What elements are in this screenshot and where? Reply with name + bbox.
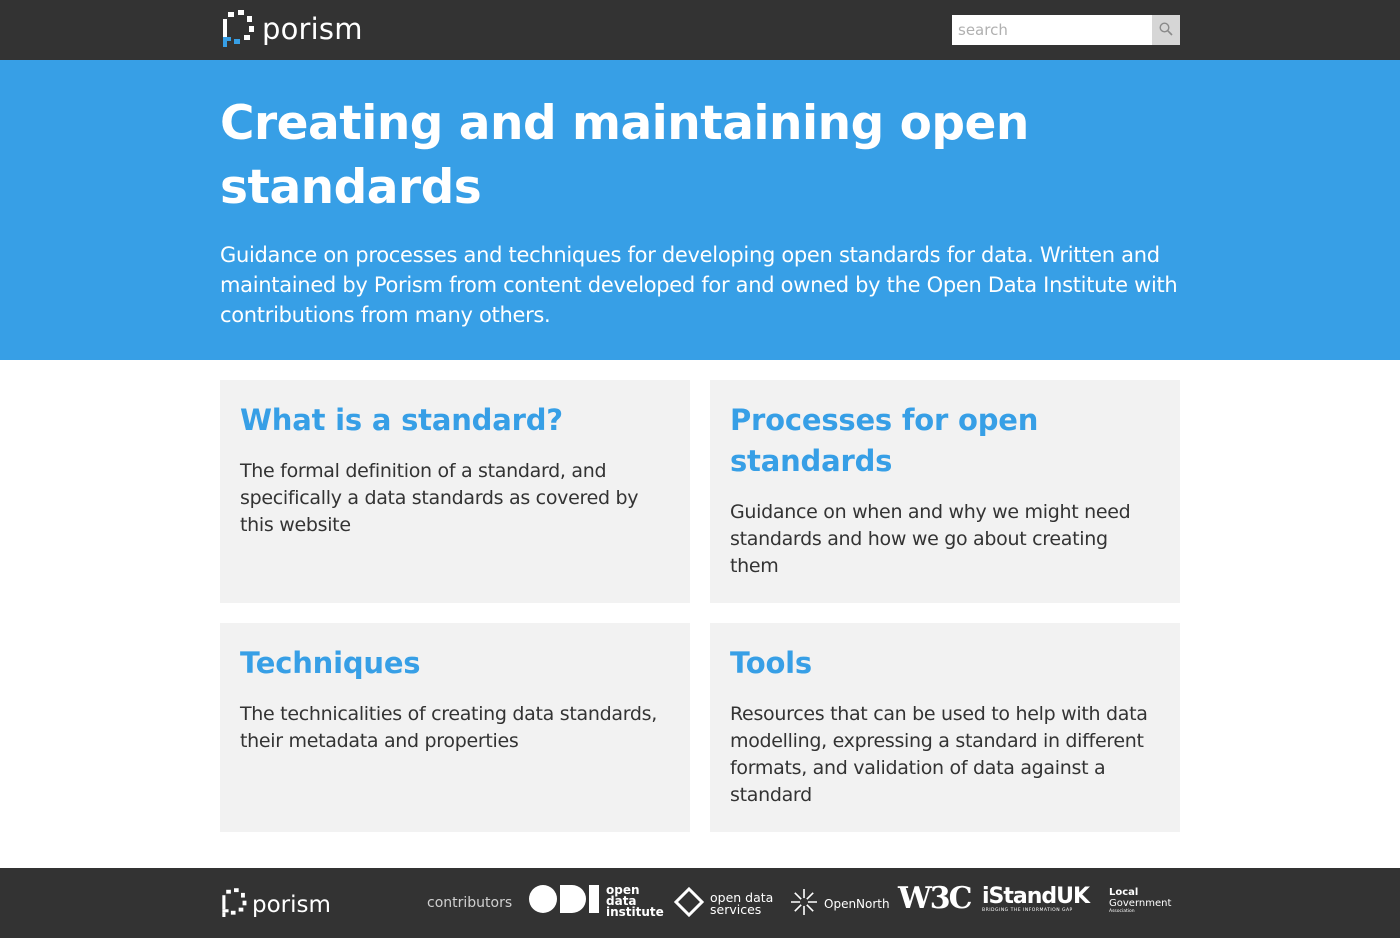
porism-home-link[interactable]: porism <box>220 9 363 49</box>
partner-opennorth-logo[interactable]: OpenNorth <box>790 888 890 920</box>
footer-logo-text: porism <box>252 891 331 918</box>
partner-open-data-services-logo[interactable]: open data services <box>673 886 773 921</box>
footer: porism contributors open data institute … <box>0 868 1400 938</box>
search-button[interactable] <box>1152 15 1180 45</box>
top-bar: porism <box>0 0 1400 60</box>
card-techniques[interactable]: Techniques The technicalities of creatin… <box>220 623 690 832</box>
odi-text: open data institute <box>606 884 664 919</box>
search-input[interactable] <box>952 15 1152 45</box>
contributors-label: contributors <box>427 895 513 911</box>
search-icon <box>1159 21 1173 39</box>
w3c-text: W3C <box>898 881 972 916</box>
page-title: Creating and maintaining open standards <box>220 96 1029 215</box>
footer-porism-link[interactable]: porism <box>220 887 331 923</box>
star-burst-icon <box>790 888 818 920</box>
odi-logo-icon <box>528 884 600 918</box>
istanduk-text: iStandUK <box>982 884 1090 909</box>
card-title: Techniques <box>240 646 421 680</box>
card-description: Guidance on when and why we might need s… <box>730 501 1131 577</box>
odi-line: institute <box>606 904 664 919</box>
porism-logo-icon <box>220 887 248 923</box>
partner-w3c-logo[interactable]: W3C <box>898 881 972 916</box>
partner-odi-logo[interactable]: open data institute <box>528 884 664 918</box>
card-description: The technicalities of creating data stan… <box>240 703 657 752</box>
lga-line: Local <box>1109 887 1139 898</box>
page-subtitle: Guidance on processes and techniques for… <box>220 243 1178 327</box>
porism-logo-icon <box>220 9 256 49</box>
card-processes[interactable]: Processes for open standards Guidance on… <box>710 380 1180 603</box>
partner-istanduk-logo[interactable]: iStandUK BRIDGING THE INFORMATION GAP <box>982 884 1090 914</box>
opennorth-text: OpenNorth <box>824 897 890 911</box>
card-what-is-a-standard[interactable]: What is a standard? The formal definitio… <box>220 380 690 603</box>
partner-lga-logo[interactable]: Local Government Association <box>1109 887 1172 915</box>
hero-banner: Creating and maintaining open standards … <box>0 60 1400 360</box>
card-title: Tools <box>730 646 812 680</box>
lga-line: Association <box>1109 909 1135 914</box>
card-title: What is a standard? <box>240 403 563 437</box>
card-tools[interactable]: Tools Resources that can be used to help… <box>710 623 1180 832</box>
search-form <box>952 15 1180 45</box>
ods-text: open data services <box>710 891 773 917</box>
lga-line: Government <box>1109 898 1172 909</box>
diamond-icon <box>673 886 705 921</box>
card-title: Processes for open standards <box>730 403 1039 478</box>
ods-line: services <box>710 902 762 917</box>
card-description: The formal definition of a standard, and… <box>240 460 639 536</box>
logo-text: porism <box>262 11 363 46</box>
card-description: Resources that can be used to help with … <box>730 703 1148 806</box>
istanduk-tagline: BRIDGING THE INFORMATION GAP <box>982 908 1073 913</box>
